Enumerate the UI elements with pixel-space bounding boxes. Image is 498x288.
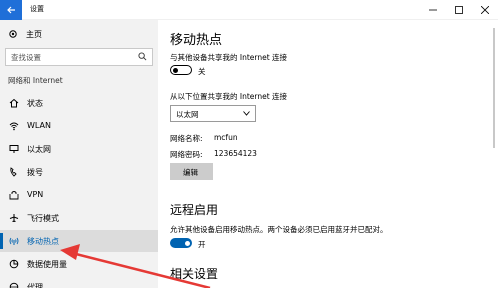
sidebar-item-label: 飞行模式 — [27, 214, 59, 223]
sidebar-item-label: WLAN — [27, 121, 52, 130]
edit-button-label: 编辑 — [183, 168, 198, 177]
network-name-value: mcfun — [214, 133, 238, 142]
sidebar-item-status[interactable]: 状态 — [0, 92, 158, 114]
source-select[interactable]: 以太网 — [170, 105, 256, 122]
remote-toggle[interactable] — [170, 238, 192, 248]
search-placeholder: 查找设置 — [11, 53, 41, 62]
home-status-icon — [9, 98, 19, 108]
share-toggle-label: 关 — [198, 67, 206, 76]
back-arrow-icon — [7, 6, 15, 14]
sidebar-item-data-usage[interactable]: 数据使用量 — [0, 253, 158, 275]
edit-button[interactable]: 编辑 — [170, 163, 213, 180]
sidebar-item-label: 代理 — [27, 283, 43, 288]
proxy-icon — [9, 282, 19, 288]
sidebar-item-label: 以太网 — [27, 145, 51, 154]
page-title: 移动热点 — [170, 33, 223, 48]
main-content: 移动热点 与其他设备共享我的 Internet 连接 关 从以下位置共享我的 I… — [158, 20, 498, 288]
source-select-value: 以太网 — [176, 110, 199, 119]
sidebar: 主页 查找设置 网络和 Internet 状态 WLAN 以太网 拨号 VPN … — [0, 20, 158, 288]
chevron-down-icon — [243, 111, 250, 116]
share-label: 与其他设备共享我的 Internet 连接 — [170, 53, 288, 62]
sidebar-item-label: 移动热点 — [27, 237, 59, 246]
title-bar: 设置 — [0, 0, 498, 20]
close-icon — [481, 6, 489, 14]
ethernet-icon — [9, 145, 19, 153]
search-input[interactable]: 查找设置 — [5, 48, 153, 66]
remote-title: 远程启用 — [170, 203, 219, 217]
sidebar-item-hotspot[interactable]: 移动热点 — [0, 230, 158, 252]
sidebar-item-wlan[interactable]: WLAN — [0, 115, 158, 137]
password-key: 网络密码: — [170, 150, 203, 159]
minimize-icon — [429, 9, 437, 11]
share-toggle[interactable] — [170, 65, 192, 75]
sidebar-item-ethernet[interactable]: 以太网 — [0, 138, 158, 160]
search-icon — [138, 52, 147, 61]
sidebar-home[interactable]: 主页 — [0, 24, 158, 44]
toggle-knob — [173, 67, 178, 73]
vpn-icon — [9, 191, 19, 200]
network-name-key: 网络名称: — [170, 134, 203, 143]
active-indicator — [0, 233, 3, 249]
sidebar-item-label: 拨号 — [27, 168, 43, 177]
source-label: 从以下位置共享我的 Internet 连接 — [170, 92, 288, 101]
related-title: 相关设置 — [170, 267, 219, 281]
sidebar-item-proxy[interactable]: 代理 — [0, 276, 158, 288]
sidebar-item-label: VPN — [27, 190, 44, 199]
wifi-icon — [9, 122, 19, 131]
data-usage-icon — [9, 259, 19, 269]
back-button[interactable] — [0, 0, 22, 20]
minimize-button[interactable] — [420, 0, 446, 20]
hotspot-icon — [9, 237, 19, 245]
remote-description: 允许其他设备启用移动热点。两个设备必须已启用蓝牙并已配对。 — [170, 225, 388, 234]
sidebar-item-label: 状态 — [27, 99, 43, 108]
airplane-icon — [9, 214, 19, 222]
window-controls — [420, 0, 498, 20]
toggle-knob — [184, 240, 190, 246]
sidebar-item-dialup[interactable]: 拨号 — [0, 161, 158, 183]
sidebar-item-airplane[interactable]: 飞行模式 — [0, 207, 158, 229]
sidebar-item-label: 数据使用量 — [27, 260, 67, 269]
sidebar-item-vpn[interactable]: VPN — [0, 184, 158, 206]
close-button[interactable] — [472, 0, 498, 20]
section-label: 网络和 Internet — [8, 76, 63, 85]
remote-toggle-label: 开 — [198, 240, 206, 249]
gear-icon — [9, 30, 17, 38]
dialup-icon — [10, 167, 17, 177]
sidebar-home-label: 主页 — [26, 30, 42, 39]
maximize-icon — [455, 6, 463, 14]
window-title: 设置 — [30, 5, 44, 13]
maximize-button[interactable] — [446, 0, 472, 20]
scrollbar[interactable] — [493, 28, 495, 148]
password-value: 123654123 — [214, 149, 257, 158]
